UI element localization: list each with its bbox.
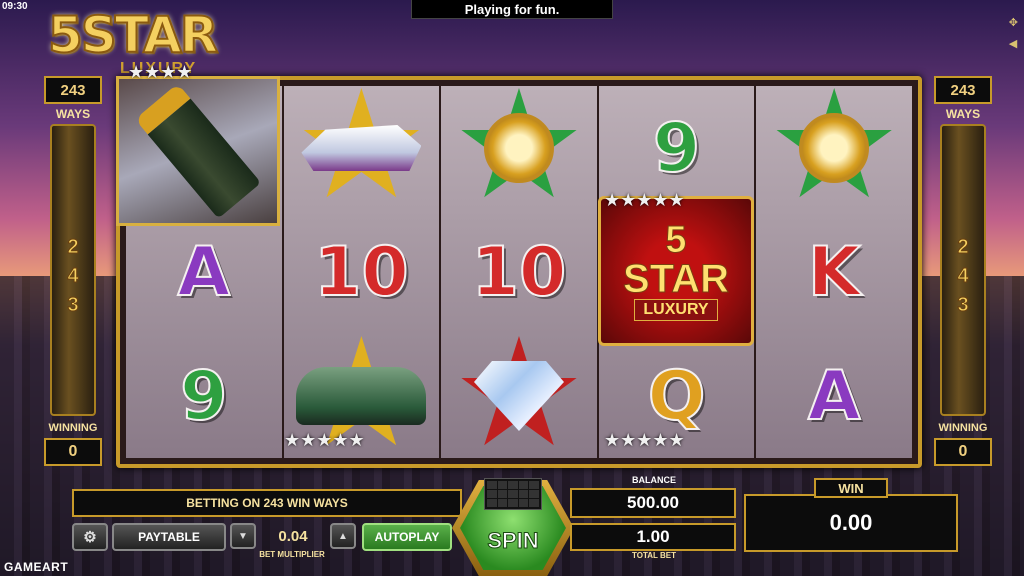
total-bet-label: TOTAL BET bbox=[632, 551, 676, 560]
symbol-diamond bbox=[441, 334, 597, 458]
betting-info: BETTING ON 243 WIN WAYS bbox=[72, 489, 462, 517]
ways-digit: 3 bbox=[67, 294, 79, 317]
ways-count: 243 bbox=[934, 76, 992, 104]
stars-decoration: ★★★★★ bbox=[604, 190, 685, 210]
left-ways-panel: 243 WAYS 2 4 3 WINNING 0 bbox=[44, 76, 102, 466]
balance-value: 500.00 bbox=[570, 488, 736, 518]
settings-button[interactable]: ⚙ bbox=[72, 523, 108, 551]
symbol-letter: 9 bbox=[179, 356, 228, 437]
symbol-watch bbox=[756, 86, 912, 210]
autoplay-button[interactable]: AUTOPLAY bbox=[362, 523, 452, 551]
triangle-up-icon: ▲ bbox=[338, 530, 348, 542]
paytable-button[interactable]: PAYTABLE bbox=[112, 523, 226, 551]
symbol-letter: K bbox=[807, 232, 862, 313]
ways-label: WAYS bbox=[945, 107, 981, 121]
play-mode-banner: Playing for fun. bbox=[411, 0, 613, 19]
reel-grid-icon bbox=[484, 478, 542, 510]
gameart-logo: GAMEART bbox=[4, 560, 69, 574]
symbol-letter: 10 bbox=[471, 232, 568, 313]
winning-value: 0 bbox=[44, 438, 102, 466]
balance-label: BALANCE bbox=[632, 475, 676, 485]
ways-digits: 2 4 3 bbox=[934, 236, 992, 317]
wild-line3: LUXURY bbox=[634, 299, 718, 321]
symbol-letter: A bbox=[176, 232, 231, 313]
ways-digit: 4 bbox=[67, 265, 79, 288]
bet-multiplier-label: BET MULTIPLIER bbox=[259, 550, 325, 559]
symbol-letter: 10 bbox=[313, 232, 410, 313]
fullscreen-icon[interactable]: ✥ bbox=[1009, 16, 1018, 29]
ways-digits: 2 4 3 bbox=[44, 236, 102, 317]
ways-digit: 2 bbox=[957, 236, 969, 259]
triangle-down-icon: ▼ bbox=[238, 530, 248, 542]
right-ways-panel: 243 WAYS 2 4 3 WINNING 0 bbox=[934, 76, 992, 466]
ways-count: 243 bbox=[44, 76, 102, 104]
champagne-symbol bbox=[116, 76, 280, 226]
champagne-bottle-icon bbox=[134, 83, 262, 219]
logo-title: 5STAR bbox=[47, 5, 219, 65]
reel-3: 10 bbox=[441, 86, 597, 458]
winning-label: WINNING bbox=[48, 422, 98, 434]
bet-increase-button[interactable]: ▲ bbox=[330, 523, 356, 549]
stars-decoration: ★★★★★ bbox=[284, 430, 365, 450]
reel-5: K A bbox=[756, 86, 912, 458]
top-right-icons: ✥ ◀ bbox=[1009, 16, 1018, 50]
total-bet-value: 1.00 bbox=[570, 523, 736, 551]
wild-line1: 5 bbox=[665, 219, 687, 261]
symbol-watch bbox=[441, 86, 597, 210]
winning-label: WINNING bbox=[938, 422, 988, 434]
spin-label: SPIN bbox=[487, 528, 539, 554]
bet-multiplier-value: 0.04 bbox=[278, 527, 308, 545]
symbol-yacht bbox=[284, 86, 440, 210]
sound-icon[interactable]: ◀ bbox=[1009, 37, 1018, 50]
win-label: WIN bbox=[814, 478, 888, 498]
reel-2: 10 bbox=[283, 86, 440, 458]
winning-value: 0 bbox=[934, 438, 992, 466]
wild-symbol: 5 STAR LUXURY bbox=[598, 196, 754, 346]
stars-decoration: ★★★★ bbox=[128, 62, 193, 82]
win-value: 0.00 bbox=[744, 494, 958, 552]
ways-label: WAYS bbox=[55, 107, 91, 121]
stars-decoration: ★★★★★ bbox=[604, 430, 685, 450]
ways-digit: 3 bbox=[957, 294, 969, 317]
ways-digit: 4 bbox=[957, 265, 969, 288]
wild-line2: STAR bbox=[623, 257, 730, 301]
clock: 09:30 bbox=[2, 1, 28, 12]
game-logo: 5STAR LUXURY bbox=[47, 5, 348, 80]
ways-digit: 2 bbox=[67, 236, 79, 259]
symbol-letter: A bbox=[807, 356, 862, 437]
gear-icon: ⚙ bbox=[83, 529, 97, 546]
bet-decrease-button[interactable]: ▼ bbox=[230, 523, 256, 549]
